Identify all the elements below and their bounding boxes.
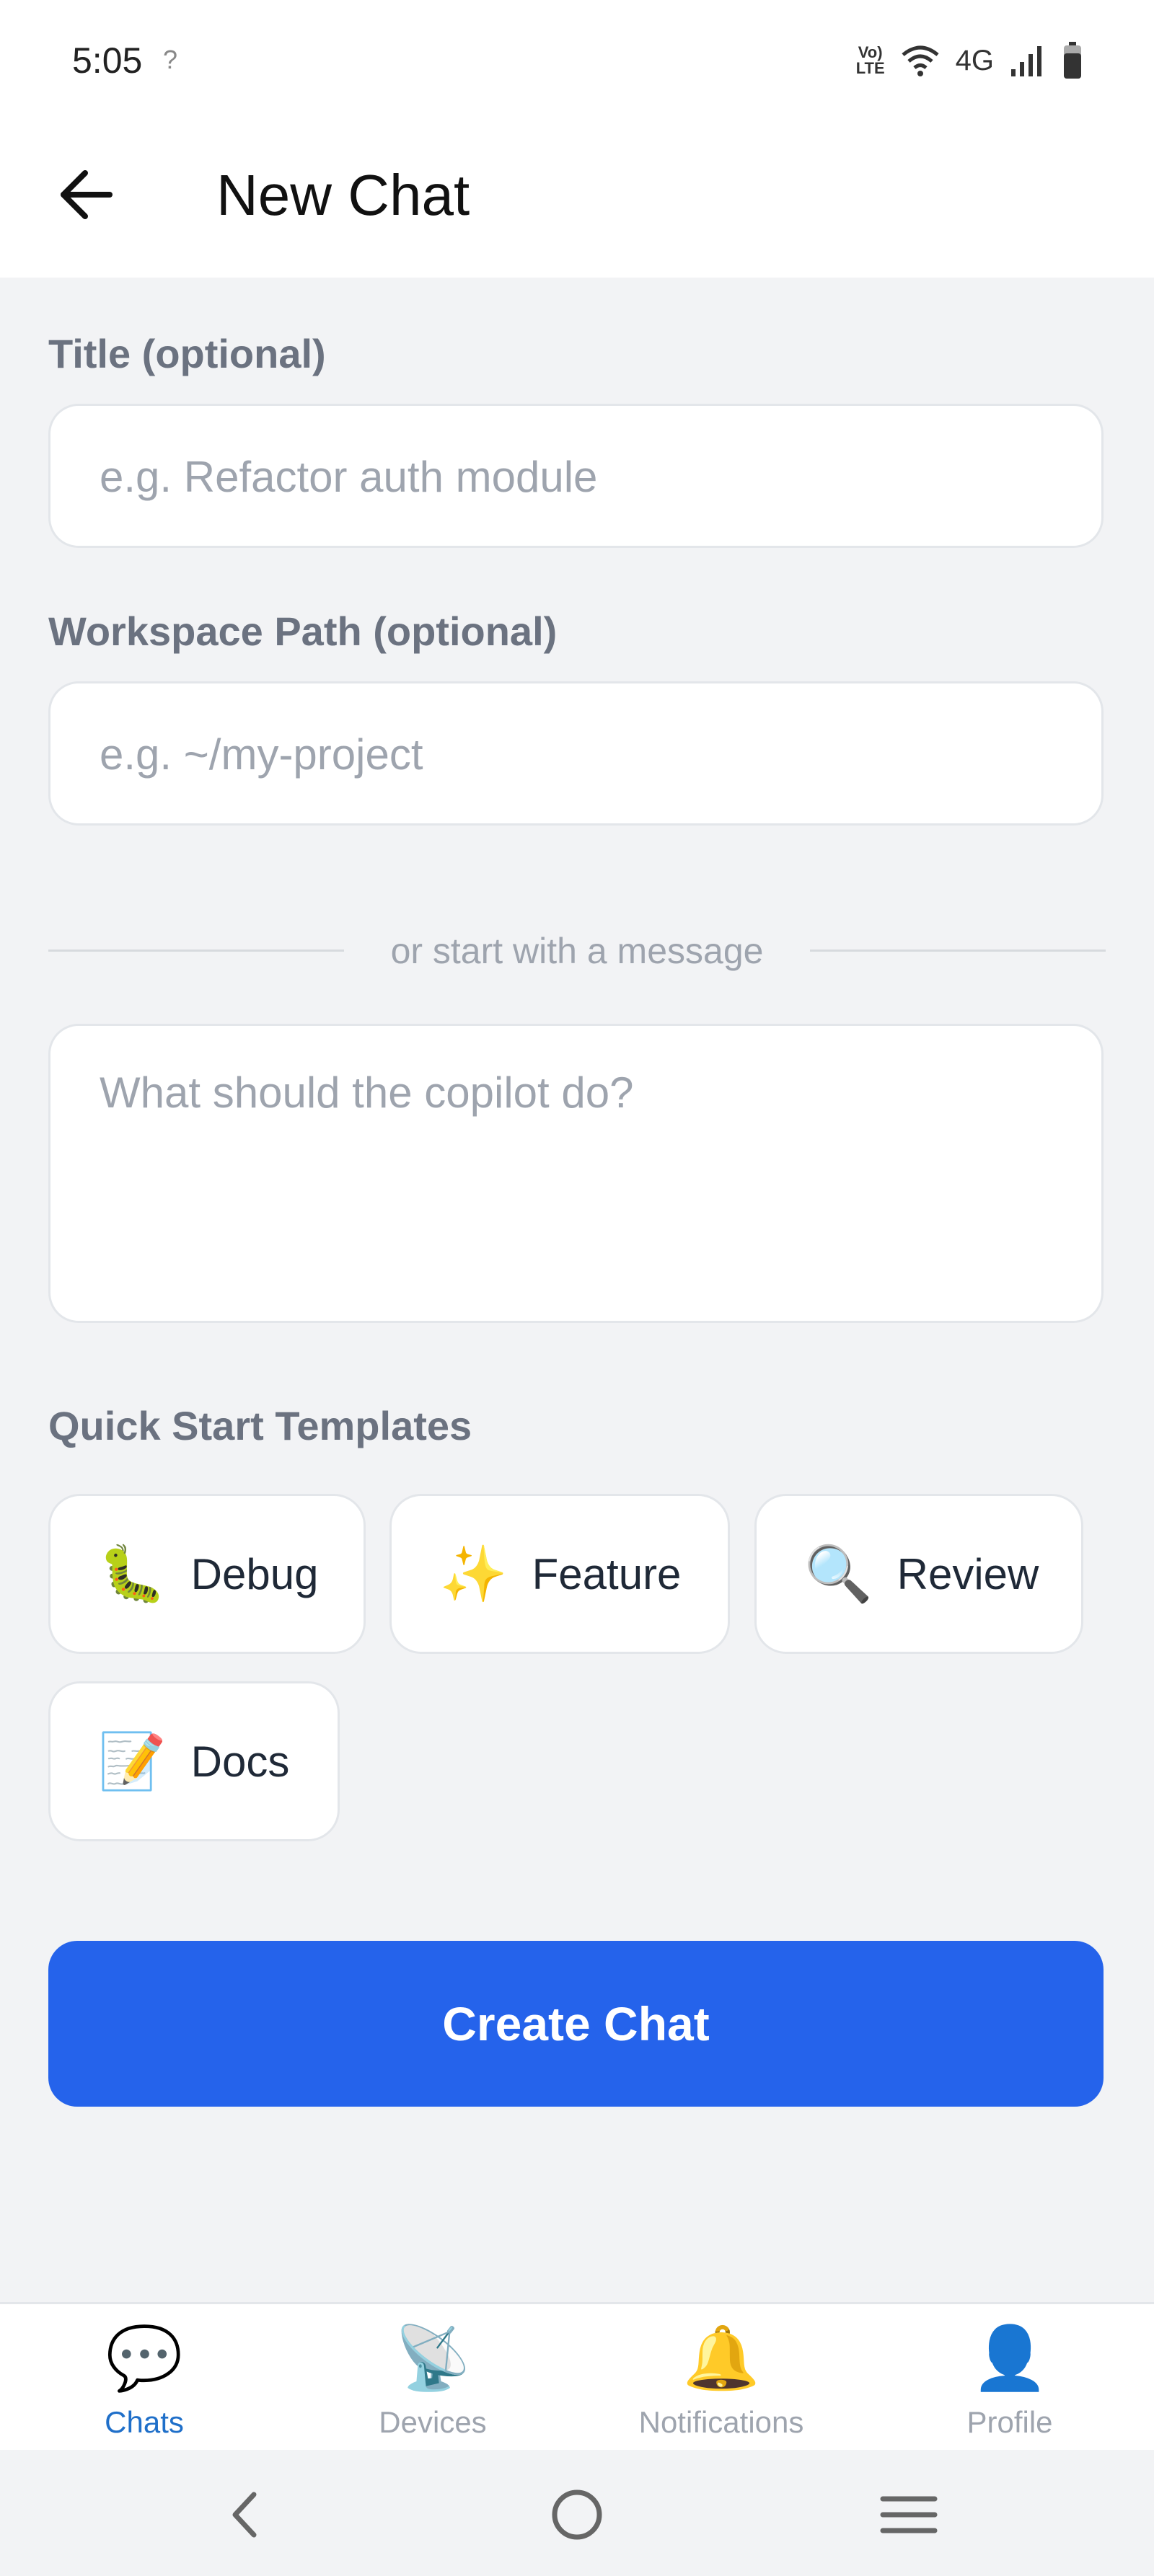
message-textarea[interactable] [98,1066,1060,1300]
system-nav-bar [0,2450,1154,2576]
wifi-icon [902,45,939,76]
tab-devices[interactable]: 📡 Devices [288,2304,577,2452]
bottom-tab-bar: 💬 Chats 📡 Devices 🔔 Notifications 👤 Prof… [0,2302,1154,2450]
status-icons: Vo) LTE 4G [856,42,1082,79]
tab-chats[interactable]: 💬 Chats [0,2304,288,2452]
template-label: Review [897,1549,1039,1598]
create-chat-button[interactable]: Create Chat [48,1941,1104,2107]
title-label: Title (optional) [48,331,326,376]
message-field[interactable] [48,1024,1104,1323]
status-bar: 5:05 ? Vo) LTE 4G [0,0,1154,130]
signal-unknown-icon: ? [163,45,178,74]
template-review-button[interactable]: 🔍 Review [754,1494,1083,1654]
tab-label: Profile [966,2405,1053,2439]
tab-notifications[interactable]: 🔔 Notifications [577,2304,865,2452]
tab-label: Chats [105,2405,184,2439]
bell-icon: 🔔 [682,2324,760,2393]
magnifier-icon: 🔍 [804,1544,873,1605]
nav-menu-icon[interactable] [873,2479,945,2551]
volte-icon: Vo) LTE [855,43,885,77]
template-label: Feature [532,1549,682,1598]
sparkles-icon: ✨ [439,1544,508,1605]
title-field[interactable] [48,404,1104,548]
nav-home-icon[interactable] [541,2479,613,2551]
divider-right [810,950,1106,952]
workspace-field[interactable] [48,681,1104,826]
workspace-label: Workspace Path (optional) [48,608,558,654]
speech-bubble-icon: 💬 [105,2324,183,2393]
tab-label: Notifications [638,2405,804,2439]
status-time: 5:05 [72,40,143,81]
arrow-left-icon[interactable] [50,159,123,231]
title-input[interactable] [98,406,1060,547]
bug-icon: 🐛 [98,1544,167,1605]
template-label: Docs [190,1737,290,1786]
template-debug-button[interactable]: 🐛 Debug [48,1494,366,1654]
battery-icon [1064,42,1081,79]
user-icon: 👤 [971,2324,1049,2393]
app-bar: New Chat [0,130,1154,278]
workspace-input[interactable] [98,683,1060,825]
cell-signal-icon [1011,46,1041,76]
template-feature-button[interactable]: ✨ Feature [389,1494,730,1654]
templates-heading: Quick Start Templates [48,1403,472,1448]
satellite-dish-icon: 📡 [394,2324,472,2393]
tab-profile[interactable]: 👤 Profile [865,2304,1154,2452]
page-title: New Chat [216,163,470,227]
template-label: Debug [190,1549,319,1598]
tab-label: Devices [379,2405,487,2439]
nav-back-icon[interactable] [209,2479,281,2551]
memo-icon: 📝 [98,1731,167,1792]
network-type: 4G [955,44,994,76]
template-docs-button[interactable]: 📝 Docs [48,1681,340,1841]
